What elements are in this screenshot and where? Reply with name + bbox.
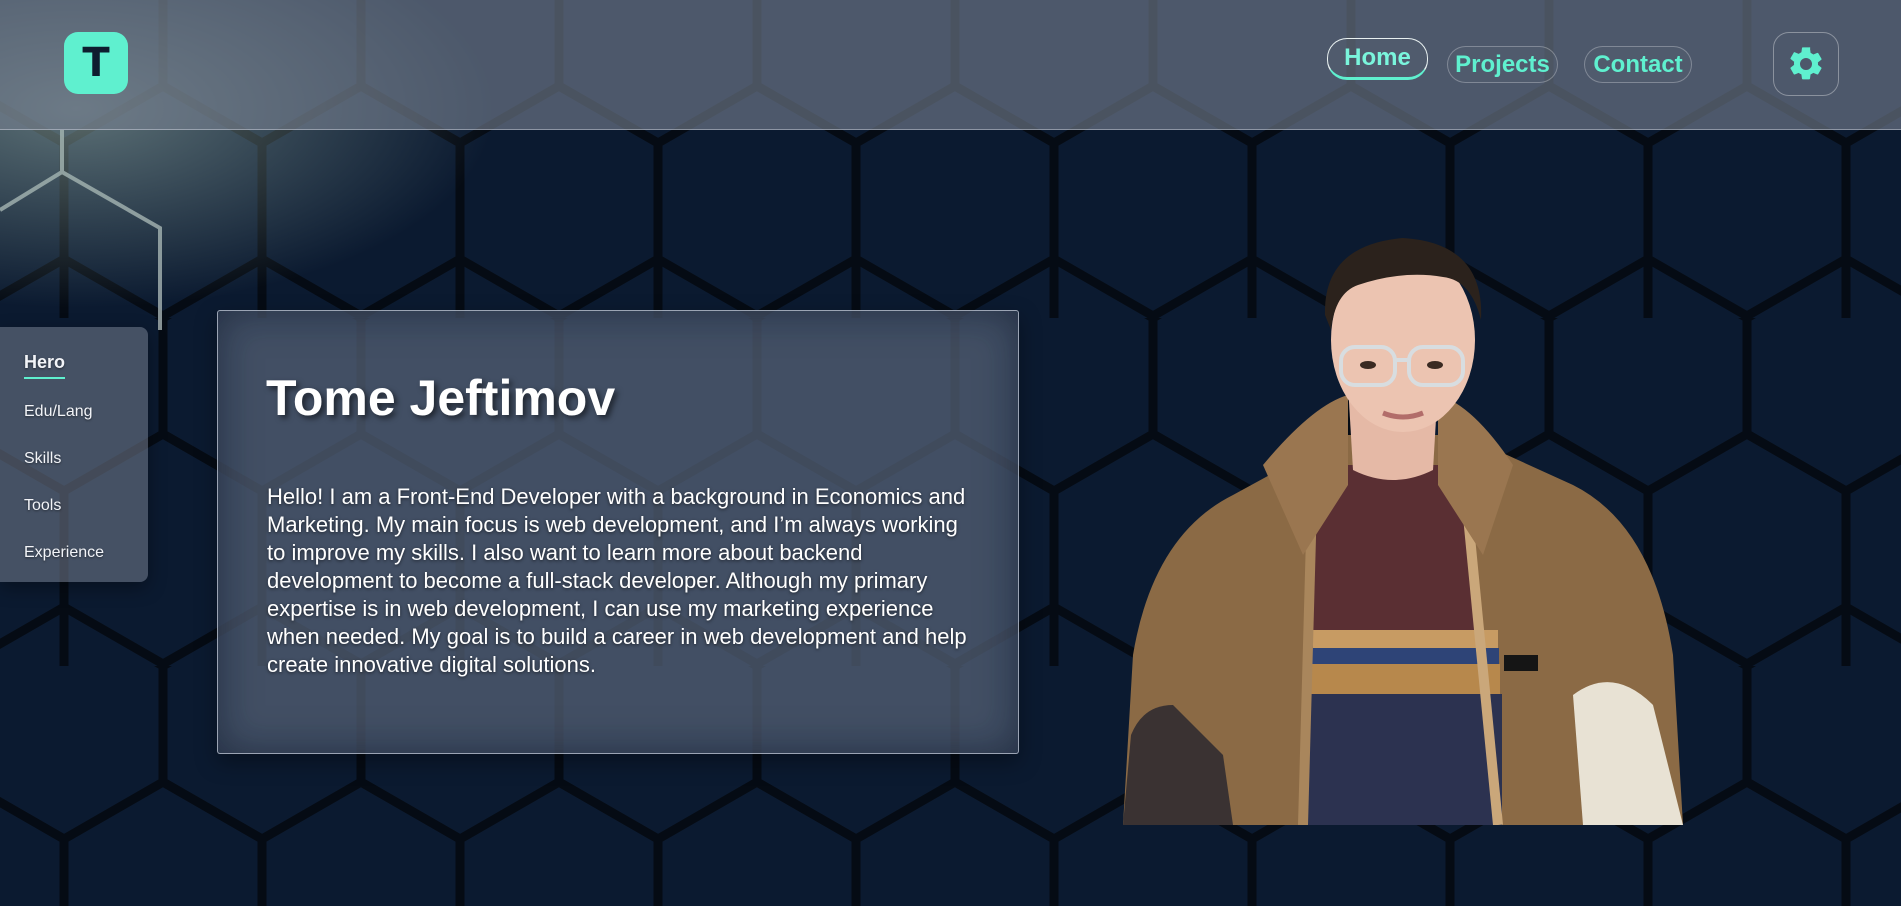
site-logo[interactable]: T <box>64 32 128 94</box>
sidenav-item-tools[interactable]: Tools <box>24 497 61 515</box>
section-sidenav: Hero Edu/Lang Skills Tools Experience <box>0 327 148 582</box>
settings-button[interactable] <box>1773 32 1839 96</box>
sidenav-item-skills[interactable]: Skills <box>24 450 61 468</box>
nav-projects-button[interactable]: Projects <box>1447 46 1558 83</box>
logo-letter: T <box>82 40 110 86</box>
gear-icon <box>1790 47 1822 80</box>
sidenav-item-edu-lang[interactable]: Edu/Lang <box>24 403 93 421</box>
nav-contact-button[interactable]: Contact <box>1584 46 1692 83</box>
header-bar: T Home Projects Contact <box>0 0 1901 130</box>
profile-photo <box>1123 238 1683 825</box>
hero-card: Tome Jeftimov Hello! I am a Front-End De… <box>217 310 1019 754</box>
nav-home-button[interactable]: Home <box>1327 38 1428 80</box>
sidenav-item-experience[interactable]: Experience <box>24 544 104 562</box>
sidenav-item-hero[interactable]: Hero <box>24 352 66 379</box>
hero-name: Tome Jeftimov <box>266 370 616 426</box>
hero-bio: Hello! I am a Front-End Developer with a… <box>267 484 967 677</box>
